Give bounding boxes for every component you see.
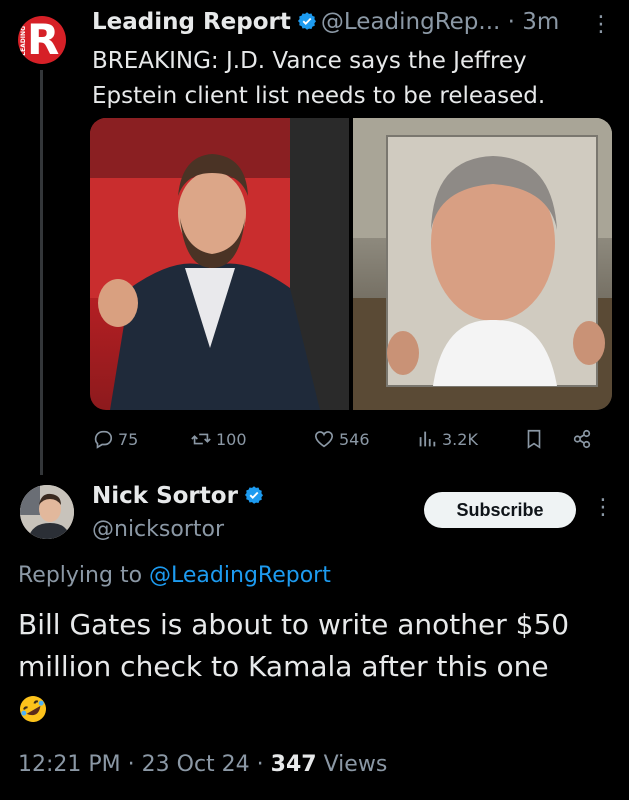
reply-author-name[interactable]: Nick Sortor <box>92 483 238 509</box>
repost-icon <box>191 433 211 445</box>
reply-meta: 12:21 PM · 23 Oct 24 · 347 Views <box>18 752 388 777</box>
avatar-nick-sortor[interactable] <box>20 485 74 539</box>
analytics-icon <box>419 431 436 447</box>
repost-action[interactable]: 100 <box>190 428 247 450</box>
reply-views-label: Views <box>323 752 388 777</box>
avatar-photo <box>20 485 74 539</box>
rolling-on-floor-laughing-icon <box>20 696 46 722</box>
reply-icon <box>94 430 113 449</box>
avatar-letter: R <box>27 16 60 64</box>
share-icon-svg <box>573 429 591 449</box>
view-count: 3.2K <box>442 429 478 449</box>
parent-handle[interactable]: @LeadingRep... <box>321 9 500 35</box>
verified-badge-icon <box>297 12 316 30</box>
replying-to: Replying to @LeadingReport <box>18 563 331 588</box>
photo-epstein-sign[interactable] <box>353 118 612 410</box>
reply-time[interactable]: 12:21 PM <box>18 752 121 777</box>
verified-badge-icon <box>244 486 263 504</box>
photo-jd-vance[interactable] <box>90 118 349 410</box>
parent-header: Leading Report @LeadingRep... · 3m <box>92 9 560 35</box>
reply-count: 75 <box>118 429 139 449</box>
photo-epstein-drawing <box>353 118 612 410</box>
media-grid[interactable] <box>90 118 612 410</box>
more-options-icon[interactable]: ⋮ <box>590 12 612 37</box>
subscribe-button[interactable]: Subscribe <box>424 492 576 528</box>
reply-text: Bill Gates is about to write another $50… <box>18 608 570 683</box>
thread-line <box>40 70 43 475</box>
views-action[interactable]: 3.2K <box>416 428 478 450</box>
replying-prefix: Replying to <box>18 563 143 588</box>
reply-handle[interactable]: @nicksortor <box>92 517 224 542</box>
more-options-icon[interactable]: ⋮ <box>592 495 614 520</box>
photo-vance-drawing <box>90 118 349 410</box>
reply-views-count: 347 <box>270 752 317 777</box>
reply-date[interactable]: 23 Oct 24 <box>142 752 250 777</box>
bookmark-icon[interactable] <box>523 428 545 450</box>
parent-author-name[interactable]: Leading Report <box>92 9 291 35</box>
replying-to-link[interactable]: @LeadingReport <box>149 563 331 588</box>
avatar-leading-report[interactable]: LEADING R <box>18 16 66 64</box>
share-icon[interactable] <box>571 428 593 450</box>
like-action[interactable]: 546 <box>313 428 370 450</box>
heart-icon <box>314 431 334 448</box>
parent-tweet-text: BREAKING: J.D. Vance says the Jeffrey Ep… <box>92 48 546 109</box>
reply-action[interactable]: 75 <box>92 428 138 450</box>
bookmark-icon-svg <box>527 429 541 449</box>
reply-author: Nick Sortor <box>92 483 268 509</box>
parent-time[interactable]: 3m <box>522 9 559 35</box>
like-count: 546 <box>339 429 370 449</box>
repost-count: 100 <box>216 429 247 449</box>
